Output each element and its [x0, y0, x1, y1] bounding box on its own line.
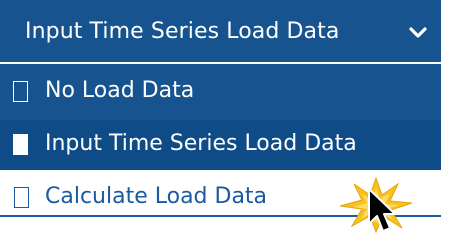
option-label: Input Time Series Load Data — [45, 131, 357, 156]
mouse-pointer-icon — [368, 188, 396, 232]
selected-value: Input Time Series Load Data — [25, 18, 340, 44]
checkbox-unchecked-icon[interactable] — [14, 187, 29, 208]
load-data-dropdown: Input Time Series Load Data No Load Data… — [0, 0, 449, 241]
checkbox-checked-icon[interactable] — [13, 134, 28, 155]
option-label: Calculate Load Data — [45, 184, 268, 209]
dropdown-menu: No Load Data Input Time Series Load Data — [0, 64, 441, 170]
load-data-select[interactable]: Input Time Series Load Data — [0, 0, 441, 64]
option-label: No Load Data — [45, 78, 195, 103]
checkbox-unchecked-icon[interactable] — [13, 81, 28, 102]
chevron-down-icon[interactable] — [409, 27, 427, 39]
option-no-load-data[interactable]: No Load Data — [0, 66, 441, 116]
option-input-time-series-load-data[interactable]: Input Time Series Load Data — [0, 120, 441, 170]
